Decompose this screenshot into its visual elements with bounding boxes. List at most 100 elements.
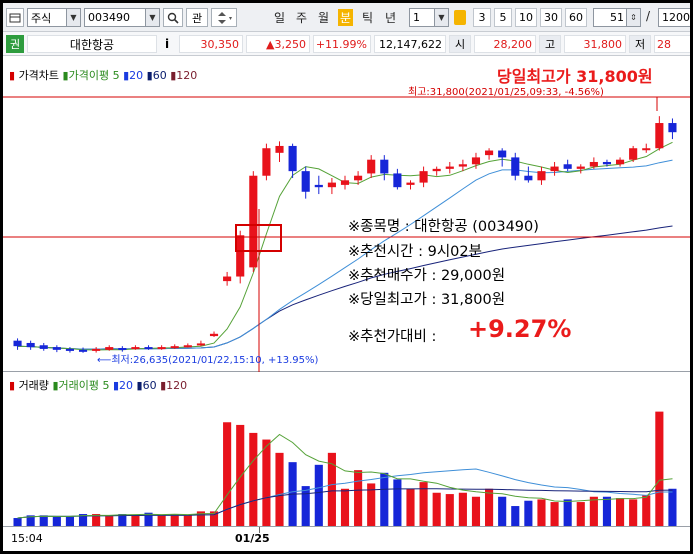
candle-body xyxy=(144,347,153,350)
candle-body xyxy=(236,235,245,277)
low-arrow-icon: ⟵ xyxy=(97,355,112,366)
volume-bar xyxy=(236,424,245,526)
info-icon[interactable]: i xyxy=(160,35,174,53)
tag-badge[interactable]: 권 xyxy=(6,35,24,53)
volume-bar xyxy=(589,496,598,526)
chevron-down-icon[interactable]: ▼ xyxy=(434,9,448,26)
count-value: 51 xyxy=(610,11,624,24)
volume-bar xyxy=(511,506,520,526)
volume-bar xyxy=(668,488,677,526)
market-select[interactable]: 주식 ▼ xyxy=(27,8,81,27)
spin-icon[interactable]: ⇕ xyxy=(626,9,640,26)
candle-body xyxy=(314,184,323,188)
volume-ma-label: 거래이평 xyxy=(58,379,99,392)
candle-body xyxy=(550,166,559,172)
volume-bar xyxy=(157,515,166,526)
period-month[interactable]: 월 xyxy=(318,9,329,26)
volume-bar xyxy=(642,495,651,526)
chevron-down-icon[interactable]: ▼ xyxy=(145,9,159,26)
interval-30-button[interactable]: 30 xyxy=(540,8,562,27)
volume-bar xyxy=(563,499,572,526)
code-input[interactable]: 003490 ▼ xyxy=(84,8,160,27)
search-icon[interactable] xyxy=(163,8,183,27)
candle-body xyxy=(471,157,481,165)
bar-icon[interactable] xyxy=(454,10,466,25)
legend-marker-icon: ▮ xyxy=(9,379,16,392)
volume-bar xyxy=(105,515,114,526)
low-price: 28 xyxy=(654,35,690,53)
kwan-button[interactable]: 관 xyxy=(186,8,208,27)
current-price: 30,350 xyxy=(179,35,243,53)
low-marker-label: ⟵최저:26,635(2021/01/22,15:10, +13.95%) xyxy=(97,351,318,366)
volume-bar xyxy=(406,488,415,526)
candle-body xyxy=(78,349,88,352)
interval-3-button[interactable]: 3 xyxy=(473,8,491,27)
volume-bar xyxy=(393,479,402,526)
candle-body xyxy=(419,171,428,183)
volume-ma5: 5 xyxy=(102,379,110,392)
candle-body xyxy=(170,346,179,349)
volume-bar xyxy=(629,499,638,526)
stock-name: 대한항공 xyxy=(27,35,157,53)
candle-body xyxy=(183,345,192,348)
period-week[interactable]: 주 xyxy=(296,9,307,26)
axis-time-label: 15:04 xyxy=(11,532,43,545)
price-legend: ▮ 가격차트 ▮가격이평 5 ▮20 ▮60 ▮120 xyxy=(9,67,197,83)
period-tick[interactable]: 틱 xyxy=(362,9,373,26)
axis-tick xyxy=(259,527,260,533)
volume-bar xyxy=(131,515,140,526)
volume-bar xyxy=(301,486,310,526)
candle-body xyxy=(118,348,127,351)
volume-bar xyxy=(602,496,612,526)
chevron-down-icon[interactable]: ▼ xyxy=(66,9,80,26)
candle-body xyxy=(327,182,336,188)
open-price: 28,200 xyxy=(474,35,536,53)
candle-body xyxy=(537,171,546,181)
candle-body xyxy=(275,145,284,153)
candle-body xyxy=(249,175,258,268)
count-input[interactable]: 51 ⇕ xyxy=(593,8,641,27)
candle-body xyxy=(655,123,664,149)
kwan-label: 관 xyxy=(191,11,203,25)
volume-ma60: 60 xyxy=(142,379,157,392)
interval-60-button[interactable]: 60 xyxy=(565,8,587,27)
volume-bar xyxy=(170,514,179,526)
candle-body xyxy=(380,159,389,174)
candle-body xyxy=(223,276,232,282)
candle-body xyxy=(511,157,520,176)
candle-body xyxy=(393,173,402,188)
interval-select[interactable]: 1 ▼ xyxy=(409,8,449,27)
total-value: 1200 xyxy=(662,11,690,24)
tool-icon[interactable] xyxy=(6,8,24,27)
volume-chart-svg xyxy=(13,411,677,526)
period-day[interactable]: 일 xyxy=(274,9,285,26)
price-chart[interactable]: ▮ 가격차트 ▮가격이평 5 ▮20 ▮60 ▮120 당일최고가 31,800… xyxy=(3,59,690,372)
candle-body xyxy=(602,161,612,165)
volume-bar xyxy=(249,432,258,526)
low-marker-text: 최저:26,635(2021/01/22,15:10, +13.95%) xyxy=(111,355,319,366)
period-minute[interactable]: 분 xyxy=(338,9,354,26)
high-price: 31,800 xyxy=(564,35,626,53)
chart-window: 주식 ▼ 003490 ▼ 관 일 주 월 분 틱 년 1 ▼ 3 5 10 3… xyxy=(3,3,690,551)
price-ma60: 60 xyxy=(152,69,167,82)
change-rate: +11.99% xyxy=(313,35,371,53)
interval-5-button[interactable]: 5 xyxy=(494,8,512,27)
period-year[interactable]: 년 xyxy=(385,9,396,26)
price-ma120: 120 xyxy=(176,69,198,82)
candle-body xyxy=(485,150,494,156)
price-chart-svg xyxy=(3,96,690,372)
interval-10-button[interactable]: 10 xyxy=(515,8,537,27)
candle-body xyxy=(26,342,35,348)
open-label: 시 xyxy=(449,35,471,53)
volume-bar xyxy=(354,470,363,526)
stepper[interactable] xyxy=(211,8,237,27)
volume-bar xyxy=(498,496,507,526)
slash-separator: / xyxy=(646,9,651,23)
total-input[interactable]: 1200 xyxy=(658,8,690,27)
volume-chart[interactable]: ▮ 거래량 ▮거래이평 5 ▮20 ▮60 ▮120 xyxy=(3,373,690,526)
price-ma5: 5 xyxy=(112,69,120,82)
volume-legend: ▮ 거래량 ▮거래이평 5 ▮20 ▮60 ▮120 xyxy=(9,377,187,393)
code-value: 003490 xyxy=(88,11,130,24)
price-change: ▲3,250 xyxy=(246,35,310,53)
candle-body xyxy=(131,347,140,350)
